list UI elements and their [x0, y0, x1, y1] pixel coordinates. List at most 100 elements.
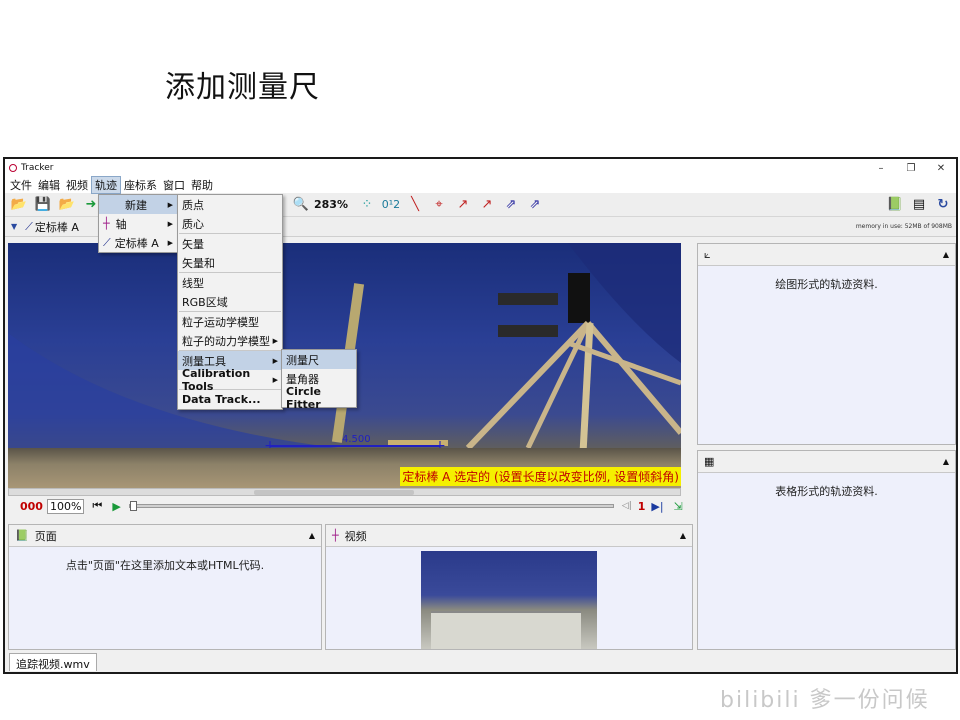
submenu-arrow-icon: ▶: [272, 356, 278, 365]
frame-slider[interactable]: [128, 501, 614, 511]
status-caption: 定标棒 A 选定的 (设置长度以改变比例, 设置倾斜角): [400, 467, 681, 486]
submenu-arrow-icon: ▶: [167, 200, 173, 209]
trail-icon[interactable]: ⁘: [356, 195, 378, 215]
acceleration-icon[interactable]: ↗: [476, 195, 498, 215]
plot-panel-header: ⟀ ▲: [698, 244, 955, 266]
submenu-arrow-icon: ▶: [272, 336, 278, 345]
menu-item-dynamic-model[interactable]: 粒子的动力学模型 ▶: [178, 331, 282, 350]
menu-item-rgb-region[interactable]: RGB区域: [178, 292, 282, 311]
menu-item-calibration-tools[interactable]: Calibration Tools ▶: [178, 367, 282, 393]
plot-panel: ⟀ ▲ 绘图形式的轨迹资料.: [697, 243, 956, 445]
refresh-icon[interactable]: ↻: [932, 195, 954, 215]
tracker-window: Tracker – ❐ ✕ 文件 编辑 视频 轨迹 座标系 窗口 帮助 📂 💾 …: [3, 157, 958, 674]
plot-placeholder: 绘图形式的轨迹资料.: [775, 278, 878, 291]
menu-help[interactable]: 帮助: [188, 177, 216, 193]
menu-bar: 文件 编辑 视频 轨迹 座标系 窗口 帮助: [5, 176, 956, 194]
tape-icon: ⟋: [25, 219, 33, 233]
menu-item-line-profile[interactable]: 线型: [178, 273, 282, 292]
table-placeholder: 表格形式的轨迹资料.: [775, 485, 878, 498]
menu-item-tape-measure[interactable]: 测量尺: [282, 350, 356, 369]
label-icon[interactable]: 0¹2: [380, 195, 402, 215]
collapse-arrow-icon[interactable]: ▲: [309, 531, 315, 540]
minimize-button[interactable]: –: [866, 163, 896, 174]
submenu-arrow-icon: ▶: [167, 238, 173, 247]
vector-sum-icon[interactable]: ⇗: [500, 195, 522, 215]
mass-vector-icon[interactable]: ⇗: [524, 195, 546, 215]
track-name[interactable]: 定标棒 A: [35, 219, 79, 235]
step-back-icon[interactable]: ◁|: [622, 501, 632, 511]
zoom-icon[interactable]: 🔍: [290, 195, 312, 215]
video-panel-title[interactable]: 视频: [345, 528, 367, 544]
menu-edit[interactable]: 编辑: [35, 177, 63, 193]
menu-item-center-mass[interactable]: 质心: [178, 214, 282, 233]
memory-label: memory in use: 52MB of 908MB: [855, 223, 952, 230]
page-panel: 📗 页面 ▲ 点击"页面"在这里添加文本或HTML代码.: [8, 524, 322, 650]
axes-icon: ┼: [103, 217, 110, 230]
menu-item-new[interactable]: 新建 ▶: [99, 195, 177, 214]
submenu-arrow-icon: ▶: [167, 219, 173, 228]
zoom-field[interactable]: 100%: [46, 498, 85, 514]
page-title[interactable]: 页面: [35, 528, 57, 544]
menu-item-axes[interactable]: ┼ 轴 ▶: [99, 214, 177, 233]
reset-icon[interactable]: ⏮: [92, 499, 102, 513]
open-video-icon[interactable]: 📂: [56, 195, 78, 215]
play-icon[interactable]: ▶: [112, 500, 120, 513]
menu-item-point-mass[interactable]: 质点: [178, 195, 282, 214]
file-tab[interactable]: 追踪视频.wmv: [9, 653, 97, 671]
menu-item-vector-sum[interactable]: 矢量和: [178, 253, 282, 272]
menu-track[interactable]: 轨迹: [91, 176, 121, 194]
menu-item-tape-a[interactable]: ⟋ 定标棒 A ▶: [99, 233, 177, 252]
menu-file[interactable]: 文件: [7, 177, 35, 193]
title-bar: Tracker – ❐ ✕: [5, 159, 956, 177]
save-icon[interactable]: 💾: [32, 195, 54, 215]
submenu-arrow-icon: ▶: [272, 375, 278, 384]
step-size[interactable]: 1: [638, 500, 646, 513]
slider-knob[interactable]: [129, 501, 137, 511]
page-placeholder: 点击"页面"在这里添加文本或HTML代码.: [65, 559, 265, 572]
plot-icon[interactable]: ⟀: [704, 248, 711, 262]
player-bar: 000 100% ⏮ ▶ ◁| 1 ▶| ⇲: [8, 496, 696, 516]
collapse-arrow-icon[interactable]: ▲: [943, 457, 949, 466]
scrollbar-thumb[interactable]: [254, 490, 414, 495]
collapse-arrow-icon[interactable]: ▲: [943, 250, 949, 259]
video-panel: ┼ 视频 ▲: [325, 524, 693, 650]
video-thumbnail[interactable]: [421, 551, 597, 649]
loop-icon[interactable]: ⇲: [674, 500, 683, 513]
collapse-arrow-icon[interactable]: ▲: [680, 531, 686, 540]
table-panel: ▦ ▲ 表格形式的轨迹资料.: [697, 450, 956, 650]
page-panel-header: 📗 页面 ▲: [9, 525, 321, 547]
menu-item-vector[interactable]: 矢量: [178, 234, 282, 253]
new-submenu: 质点 质心 矢量 矢量和 线型 RGB区域 粒子运动学模型 粒子的动力学模型 ▶ …: [177, 194, 283, 410]
table-panel-header: ▦ ▲: [698, 451, 955, 473]
position-icon[interactable]: ⌖: [428, 195, 450, 215]
ruler-value[interactable]: 4.500: [342, 434, 371, 445]
menu-item-data-track[interactable]: Data Track...: [178, 390, 282, 409]
tape-icon: ⟋: [103, 235, 111, 249]
menu-item-kinematic-model[interactable]: 粒子运动学模型: [178, 312, 282, 331]
notes-icon[interactable]: 📗: [884, 195, 906, 215]
table-icon[interactable]: ▦: [704, 455, 714, 468]
track-menu: 新建 ▶ ┼ 轴 ▶ ⟋ 定标棒 A ▶: [98, 194, 178, 253]
zoom-label[interactable]: 283%: [314, 198, 348, 211]
open-folder-icon[interactable]: 📂: [8, 195, 30, 215]
maximize-button[interactable]: ❐: [896, 163, 926, 174]
video-scrollbar[interactable]: [8, 488, 681, 496]
menu-window[interactable]: 窗口: [160, 177, 188, 193]
menu-item-circle-fitter[interactable]: Circle Fitter: [282, 385, 356, 411]
track-dropdown-icon[interactable]: ▼: [11, 222, 17, 231]
page-icon: 📗: [15, 529, 29, 542]
measure-submenu: 测量尺 量角器 Circle Fitter: [281, 349, 357, 411]
watermark: bilibili 爹一份问候: [720, 688, 930, 713]
close-button[interactable]: ✕: [926, 163, 956, 174]
menu-video[interactable]: 视频: [63, 177, 91, 193]
path-icon[interactable]: ╲: [404, 195, 426, 215]
window-title: Tracker: [21, 163, 54, 173]
step-forward-icon[interactable]: ▶|: [651, 500, 663, 513]
axes-icon: ┼: [332, 529, 339, 542]
app-icon: [9, 164, 17, 172]
frame-counter[interactable]: 000: [20, 500, 43, 513]
properties-icon[interactable]: ▤: [908, 195, 930, 215]
menu-coords[interactable]: 座标系: [121, 177, 160, 193]
velocity-icon[interactable]: ↗: [452, 195, 474, 215]
slide-title: 添加测量尺: [165, 70, 320, 105]
